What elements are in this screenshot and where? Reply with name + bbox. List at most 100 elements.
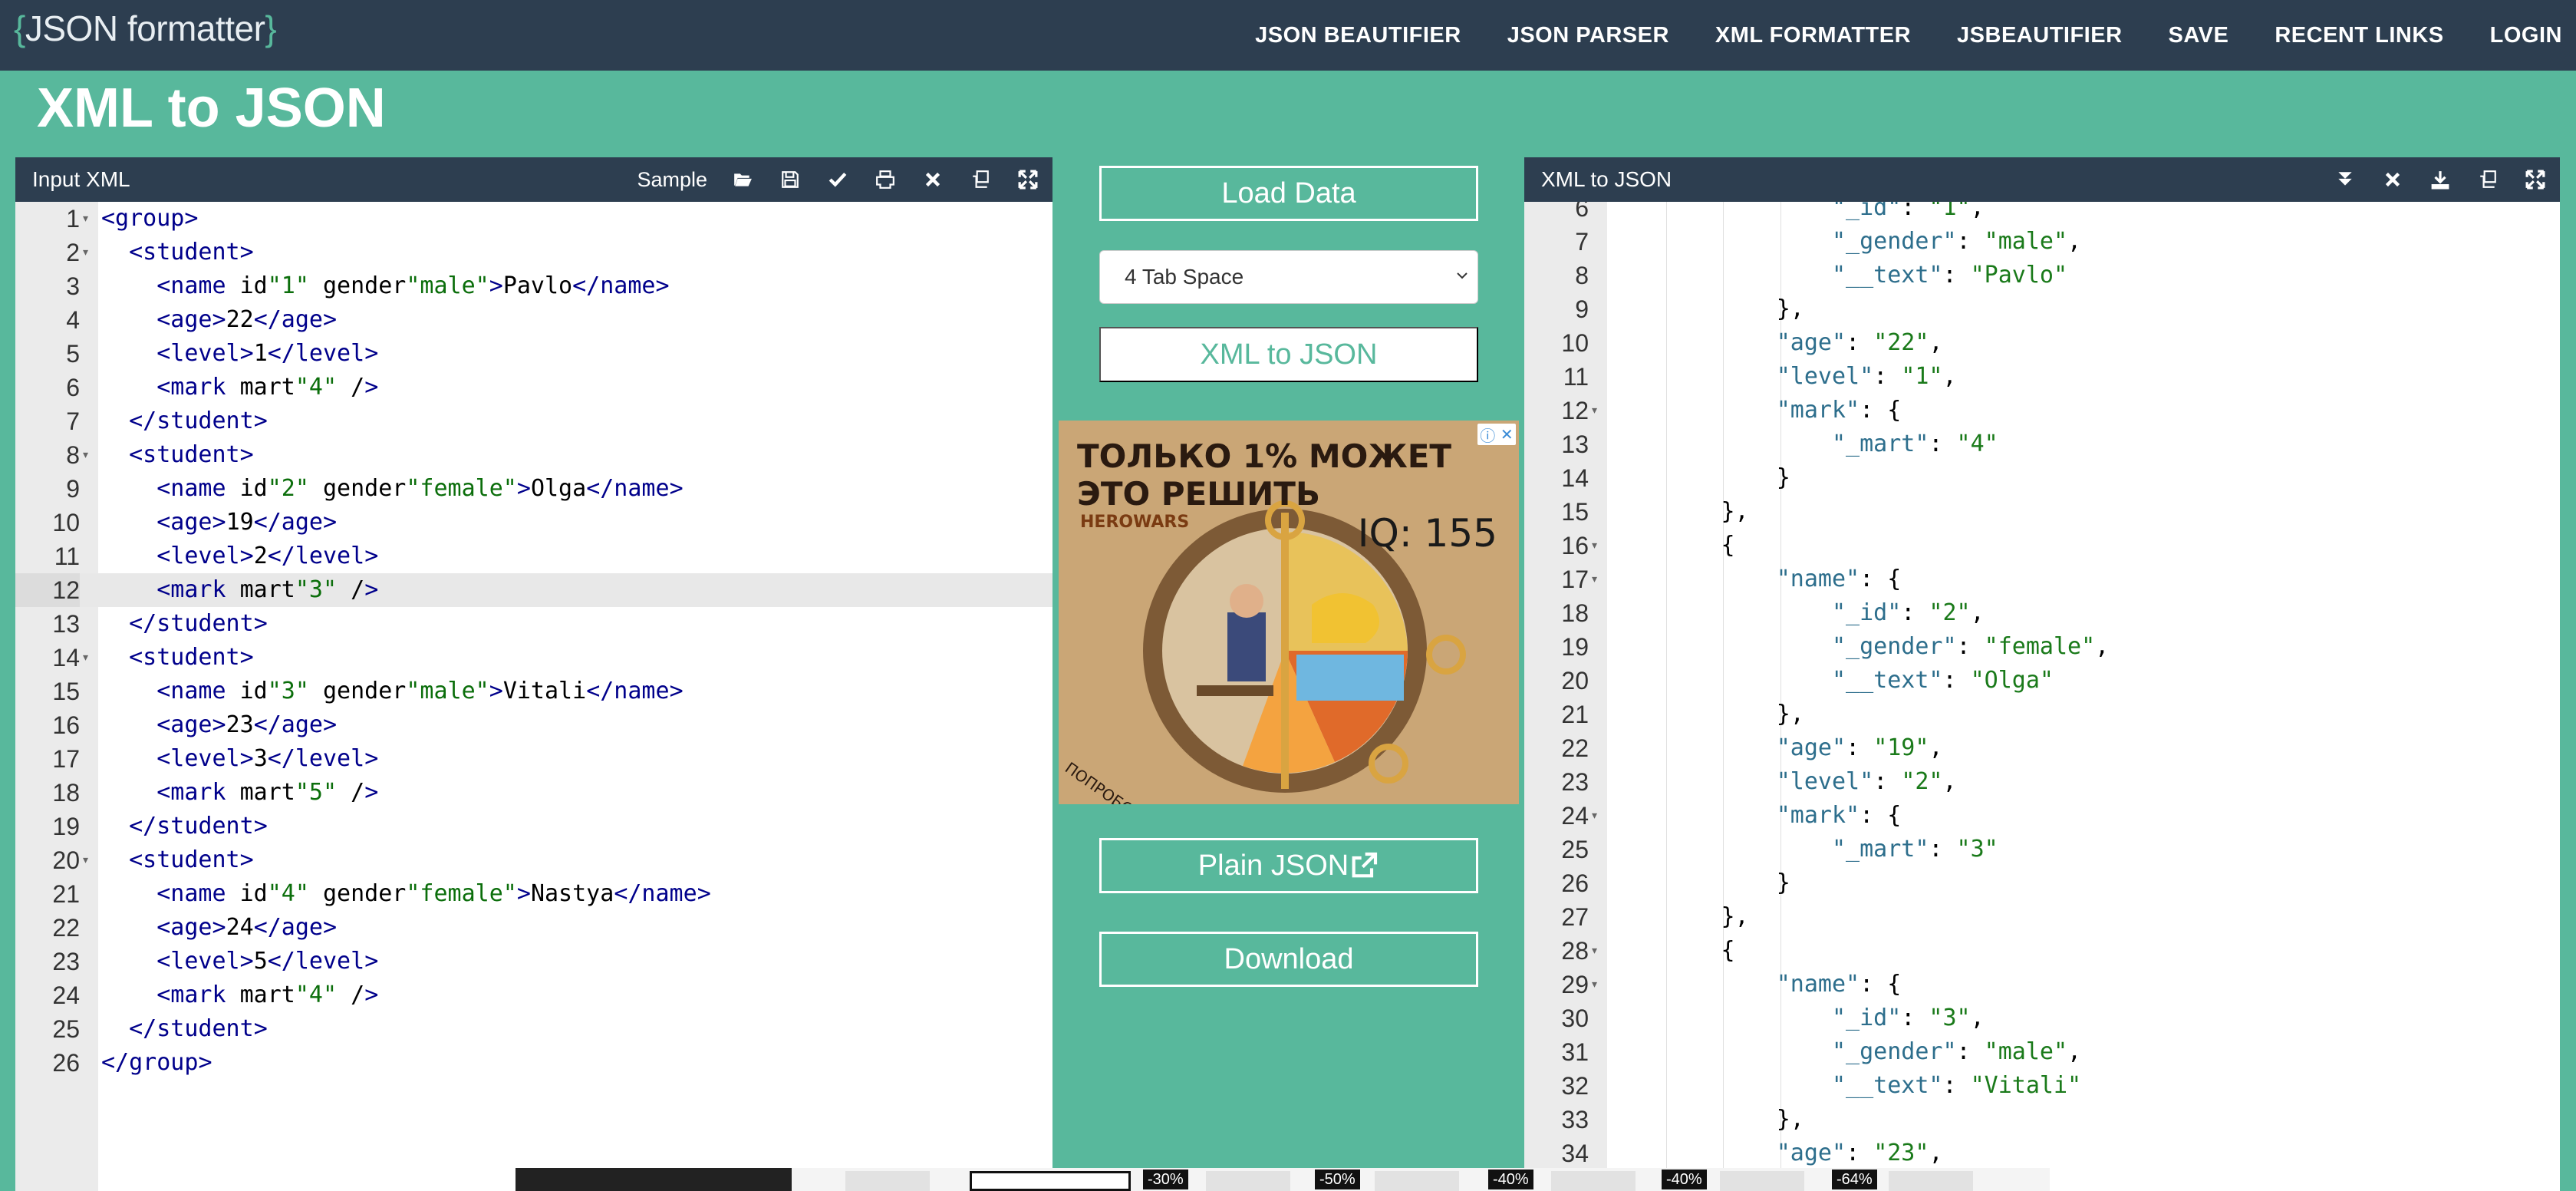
xml-line[interactable]: 11 <level>2</level> — [15, 539, 1052, 573]
json-line[interactable]: 10 "age": "22", — [1524, 326, 2560, 360]
fold-toggle-icon[interactable]: ▾ — [1592, 563, 1597, 596]
sample-button[interactable]: Sample — [637, 168, 707, 192]
xml-line[interactable]: 1 ▾ <group> — [15, 202, 1052, 236]
product-thumb[interactable] — [1551, 1171, 1636, 1191]
json-line[interactable]: 20 "__text": "Olga" — [1524, 664, 2560, 698]
xml-line[interactable]: 24 <mark mart"4" /> — [15, 978, 1052, 1012]
xml-line[interactable]: 12 <mark mart"3" /> — [15, 573, 1052, 607]
json-line[interactable]: 21 }, — [1524, 698, 2560, 731]
xml-input-editor[interactable]: 1 ▾ <group> 2 ▾ <student> 3 <name id"1" gende… — [15, 202, 1052, 1191]
product-thumb[interactable] — [1720, 1171, 1804, 1191]
ad-info-icon[interactable]: ⓘ — [1480, 424, 1495, 446]
json-line[interactable]: 11 "level": "1", — [1524, 360, 2560, 394]
save-icon[interactable] — [778, 167, 802, 192]
nav-json-beautifier[interactable]: JSON BEAUTIFIER — [1255, 23, 1461, 48]
fold-toggle-icon[interactable]: ▾ — [1592, 799, 1597, 833]
xml-line[interactable]: 3 <name id"1" gender"male">Pavlo</name> — [15, 269, 1052, 303]
clear-icon[interactable] — [921, 167, 945, 192]
xml-line[interactable]: 4 <age>22</age> — [15, 303, 1052, 337]
fold-toggle-icon[interactable]: ▾ — [1592, 934, 1597, 968]
json-line[interactable]: 24 ▾ "mark": { — [1524, 799, 2560, 833]
json-line[interactable]: 22 "age": "19", — [1524, 731, 2560, 765]
json-line[interactable]: 14 } — [1524, 461, 2560, 495]
xml-line[interactable]: 17 <level>3</level> — [15, 742, 1052, 776]
nav-xml-formatter[interactable]: XML FORMATTER — [1715, 23, 1911, 48]
fold-toggle-icon[interactable]: ▾ — [1592, 394, 1597, 427]
json-line[interactable]: 25 "_mart": "3" — [1524, 833, 2560, 866]
xml-line[interactable]: 5 <level>1</level> — [15, 337, 1052, 371]
json-line[interactable]: 13 "_mart": "4" — [1524, 427, 2560, 461]
xml-line[interactable]: 13 </student> — [15, 607, 1052, 641]
fold-toggle-icon[interactable]: ▾ — [83, 843, 88, 877]
xml-line[interactable]: 10 <age>19</age> — [15, 506, 1052, 539]
json-line[interactable]: 33 }, — [1524, 1103, 2560, 1137]
json-line[interactable]: 19 "_gender": "female", — [1524, 630, 2560, 664]
product-thumb[interactable] — [1375, 1171, 1459, 1191]
json-line[interactable]: 15 }, — [1524, 495, 2560, 529]
nav-save[interactable]: SAVE — [2169, 23, 2229, 48]
site-logo[interactable]: {JSON formatter} — [14, 8, 277, 49]
json-line[interactable]: 16 ▾ { — [1524, 529, 2560, 563]
validate-check-icon[interactable] — [825, 167, 850, 192]
xml-line[interactable]: 6 <mark mart"4" /> — [15, 371, 1052, 404]
tab-space-select[interactable]: 4 Tab Space — [1099, 250, 1478, 304]
product-thumb-active[interactable] — [970, 1171, 1131, 1191]
fullscreen-output-icon[interactable] — [2523, 167, 2548, 192]
json-line[interactable]: 28 ▾ { — [1524, 934, 2560, 968]
xml-line[interactable]: 8 ▾ <student> — [15, 438, 1052, 472]
xml-line[interactable]: 9 <name id"2" gender"female">Olga</name> — [15, 472, 1052, 506]
nav-jsbeautifier[interactable]: JSBEAUTIFIER — [1957, 23, 2122, 48]
json-line[interactable]: 32 "__text": "Vitali" — [1524, 1069, 2560, 1103]
xml-line[interactable]: 25 </student> — [15, 1012, 1052, 1046]
xml-line[interactable]: 14 ▾ <student> — [15, 641, 1052, 675]
fold-toggle-icon[interactable]: ▾ — [83, 641, 88, 675]
ad-close-controls[interactable]: ⓘ ✕ — [1477, 424, 1516, 445]
xml-line[interactable]: 15 <name id"3" gender"male">Vitali</name… — [15, 675, 1052, 708]
xml-to-json-convert-button[interactable]: XML to JSON — [1099, 327, 1478, 382]
json-line[interactable]: 9 }, — [1524, 292, 2560, 326]
fold-toggle-icon[interactable]: ▾ — [83, 438, 88, 472]
xml-line[interactable]: 19 </student> — [15, 810, 1052, 843]
nav-recent-links[interactable]: RECENT LINKS — [2275, 23, 2443, 48]
download-output-icon[interactable] — [2428, 167, 2452, 192]
fold-toggle-icon[interactable]: ▾ — [1592, 529, 1597, 563]
xml-line[interactable]: 7 </student> — [15, 404, 1052, 438]
download-button[interactable]: Download — [1099, 932, 1478, 987]
tree-view-icon[interactable] — [2333, 167, 2357, 192]
json-line[interactable]: 18 "_id": "2", — [1524, 596, 2560, 630]
xml-line[interactable]: 21 <name id"4" gender"female">Nastya</na… — [15, 877, 1052, 911]
fold-toggle-icon[interactable]: ▾ — [83, 202, 88, 236]
fullscreen-icon[interactable] — [1016, 167, 1040, 192]
xml-line[interactable]: 23 <level>5</level> — [15, 945, 1052, 978]
open-file-icon[interactable] — [730, 167, 755, 192]
product-thumb[interactable] — [845, 1171, 930, 1191]
copy-icon[interactable] — [968, 167, 993, 192]
fold-toggle-icon[interactable]: ▾ — [83, 236, 88, 269]
product-thumb[interactable] — [1889, 1171, 1973, 1191]
xml-line[interactable]: 16 <age>23</age> — [15, 708, 1052, 742]
nav-login[interactable]: LOGIN — [2490, 23, 2562, 48]
xml-line[interactable]: 26 </group> — [15, 1046, 1052, 1080]
xml-line[interactable]: 2 ▾ <student> — [15, 236, 1052, 269]
fold-toggle-icon[interactable]: ▾ — [1592, 968, 1597, 1001]
xml-line[interactable]: 18 <mark mart"5" /> — [15, 776, 1052, 810]
json-line[interactable]: 26 } — [1524, 866, 2560, 900]
product-thumb[interactable] — [1206, 1171, 1290, 1191]
xml-line[interactable]: 22 <age>24</age> — [15, 911, 1052, 945]
json-line[interactable]: 34 "age": "23", — [1524, 1137, 2560, 1170]
json-line[interactable]: 6 "_id": "1", — [1524, 202, 2560, 225]
clear-output-icon[interactable] — [2380, 167, 2405, 192]
json-line[interactable]: 7 "_gender": "male", — [1524, 225, 2560, 259]
plain-json-button[interactable]: Plain JSON — [1099, 838, 1478, 893]
json-line[interactable]: 30 "_id": "3", — [1524, 1001, 2560, 1035]
print-icon[interactable] — [873, 167, 898, 192]
copy-output-icon[interactable] — [2476, 167, 2500, 192]
json-line[interactable]: 27 }, — [1524, 900, 2560, 934]
json-output-editor[interactable]: 6 "_id": "1", 7 "_gender": "male", 8 "__te… — [1524, 202, 2560, 1191]
json-line[interactable]: 17 ▾ "name": { — [1524, 563, 2560, 596]
nav-json-parser[interactable]: JSON PARSER — [1507, 23, 1669, 48]
advertisement[interactable]: ТОЛЬКО 1% МОЖЕТ ЭТО РЕШИТЬ HEROWARS IQ: … — [1059, 421, 1519, 804]
bottom-ad-strip[interactable]: -30% -50% -40% -40% -64% — [516, 1168, 2050, 1191]
load-data-button[interactable]: Load Data — [1099, 166, 1478, 221]
json-line[interactable]: 12 ▾ "mark": { — [1524, 394, 2560, 427]
